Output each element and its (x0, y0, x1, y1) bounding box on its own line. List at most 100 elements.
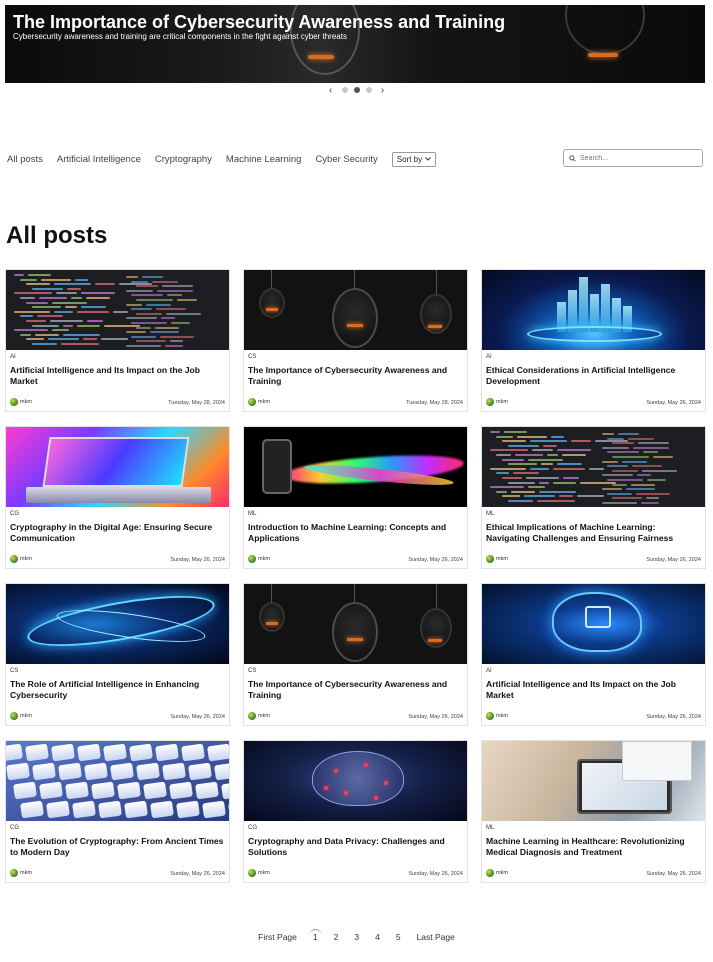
post-title[interactable]: Artificial Intelligence and Its Impact o… (10, 365, 225, 387)
code-line (126, 317, 157, 320)
code-line (166, 312, 201, 315)
post-title[interactable]: Cryptography and Data Privacy: Challenge… (248, 836, 463, 858)
post-card[interactable]: CG Cryptography in the Digital Age: Ensur… (5, 426, 230, 569)
page-link-5[interactable]: 5 (392, 930, 405, 944)
last-page-link[interactable]: Last Page (413, 930, 459, 944)
code-line (63, 333, 100, 336)
chevron-right-icon[interactable]: › (378, 85, 388, 96)
post-author[interactable]: mkm (10, 712, 32, 720)
post-title[interactable]: Introduction to Machine Learning: Concep… (248, 522, 463, 544)
post-card[interactable]: AI Ethical Considerations in Artificial I… (481, 269, 706, 412)
post-card[interactable]: AI Artificial Intelligence and Its Impact… (481, 583, 706, 726)
post-date: Sunday, May 26, 2024 (408, 557, 463, 563)
post-author[interactable]: mkm (486, 712, 508, 720)
code-line (490, 431, 500, 433)
chevron-left-icon[interactable]: ‹ (326, 85, 336, 96)
code-line (532, 449, 553, 452)
post-title[interactable]: The Importance of Cybersecurity Awarenes… (248, 365, 463, 387)
post-card[interactable]: AI Artificial Intelligence and Its Impact… (5, 269, 230, 412)
post-date: Sunday, May 26, 2024 (170, 871, 225, 877)
filament-graphic (308, 55, 334, 59)
post-thumbnail[interactable] (6, 427, 229, 507)
post-thumbnail[interactable] (482, 270, 705, 350)
post-card[interactable]: CS The Importance of Cybersecurity Awaren… (243, 583, 468, 726)
post-card[interactable]: CG The Evolution of Cryptography: From An… (5, 740, 230, 883)
ai-chip-graphic (585, 606, 611, 628)
post-thumbnail[interactable] (6, 741, 229, 821)
post-thumbnail[interactable] (6, 584, 229, 664)
search-input[interactable] (580, 154, 690, 162)
page-link-1[interactable]: 1 (308, 929, 322, 944)
code-line (646, 497, 659, 500)
post-author[interactable]: mkm (486, 398, 508, 406)
post-thumbnail[interactable] (244, 584, 467, 664)
post-thumbnail[interactable] (6, 270, 229, 350)
carousel-controls: ‹ › (0, 85, 713, 96)
page-link-3[interactable]: 3 (350, 930, 363, 944)
filament-graphic (428, 639, 442, 642)
search-box[interactable] (563, 149, 703, 167)
post-author[interactable]: mkm (10, 555, 32, 563)
post-author[interactable]: mkm (248, 712, 270, 720)
post-thumbnail[interactable] (244, 270, 467, 350)
filter-artificial-intelligence[interactable]: Artificial Intelligence (57, 154, 141, 165)
post-title[interactable]: Cryptography in the Digital Age: Ensurin… (10, 522, 225, 544)
filter-all-posts[interactable]: All posts (7, 154, 43, 165)
code-line (86, 297, 110, 299)
carousel-dot[interactable] (341, 87, 348, 93)
post-thumbnail[interactable] (482, 427, 705, 507)
code-line (171, 322, 190, 324)
post-author[interactable]: mkm (248, 555, 270, 563)
post-author[interactable]: mkm (486, 869, 508, 877)
post-thumbnail[interactable] (244, 741, 467, 821)
code-line (35, 333, 59, 336)
filament-graphic (428, 325, 442, 328)
page-link-4[interactable]: 4 (371, 930, 384, 944)
code-line (32, 287, 63, 290)
post-card[interactable]: CS The Role of Artificial Intelligence in… (5, 583, 230, 726)
filament-graphic (347, 324, 363, 327)
post-author[interactable]: mkm (248, 869, 270, 877)
post-author[interactable]: mkm (248, 398, 270, 406)
post-title[interactable]: Ethical Implications of Machine Learning… (486, 522, 701, 544)
post-title[interactable]: The Role of Artificial Intelligence in E… (10, 679, 225, 701)
post-card[interactable]: CS The Importance of Cybersecurity Awaren… (243, 269, 468, 412)
post-card[interactable]: CG Cryptography and Data Privacy: Challen… (243, 740, 468, 883)
filter-cryptography[interactable]: Cryptography (155, 154, 212, 165)
post-title[interactable]: The Importance of Cybersecurity Awarenes… (248, 679, 463, 701)
phone-graphic (262, 439, 292, 494)
filter-cyber-security[interactable]: Cyber Security (315, 154, 377, 165)
post-author[interactable]: mkm (10, 869, 32, 877)
carousel-dot[interactable] (365, 87, 372, 93)
code-line (508, 500, 533, 502)
post-card[interactable]: ML Introduction to Machine Learning: Conc… (243, 426, 468, 569)
post-title[interactable]: Machine Learning in Healthcare: Revoluti… (486, 836, 701, 858)
hero-title[interactable]: The Importance of Cybersecurity Awarenes… (13, 12, 505, 33)
code-line (136, 326, 151, 329)
code-line (26, 320, 46, 322)
author-name: mkm (258, 556, 270, 562)
post-thumbnail[interactable] (482, 741, 705, 821)
post-thumbnail[interactable] (244, 427, 467, 507)
post-card[interactable]: ML Machine Learning in Healthcare: Revolu… (481, 740, 706, 883)
sort-dropdown[interactable]: Sort by (391, 151, 437, 167)
post-author[interactable]: mkm (10, 398, 32, 406)
hero-banner[interactable]: The Importance of Cybersecurity Awarenes… (5, 5, 705, 83)
post-author[interactable]: mkm (486, 555, 508, 563)
post-title[interactable]: Artificial Intelligence and Its Impact o… (486, 679, 701, 701)
code-line (547, 454, 558, 456)
page-link-2[interactable]: 2 (330, 930, 343, 944)
code-line (131, 335, 156, 338)
hero-subtitle: Cybersecurity awareness and training are… (13, 32, 347, 41)
post-title[interactable]: The Evolution of Cryptography: From Anci… (10, 836, 225, 858)
carousel-dot-active[interactable] (353, 87, 360, 93)
post-thumbnail[interactable] (482, 584, 705, 664)
filter-machine-learning[interactable]: Machine Learning (226, 154, 302, 165)
avatar (10, 555, 18, 563)
post-category: CG (10, 511, 19, 517)
posts-grid: AI Artificial Intelligence and Its Impact… (5, 269, 706, 883)
post-title[interactable]: Ethical Considerations in Artificial Int… (486, 365, 701, 387)
first-page-link[interactable]: First Page (254, 930, 301, 944)
post-card[interactable]: ML Ethical Implications of Machine Learni… (481, 426, 706, 569)
code-line (37, 315, 63, 318)
